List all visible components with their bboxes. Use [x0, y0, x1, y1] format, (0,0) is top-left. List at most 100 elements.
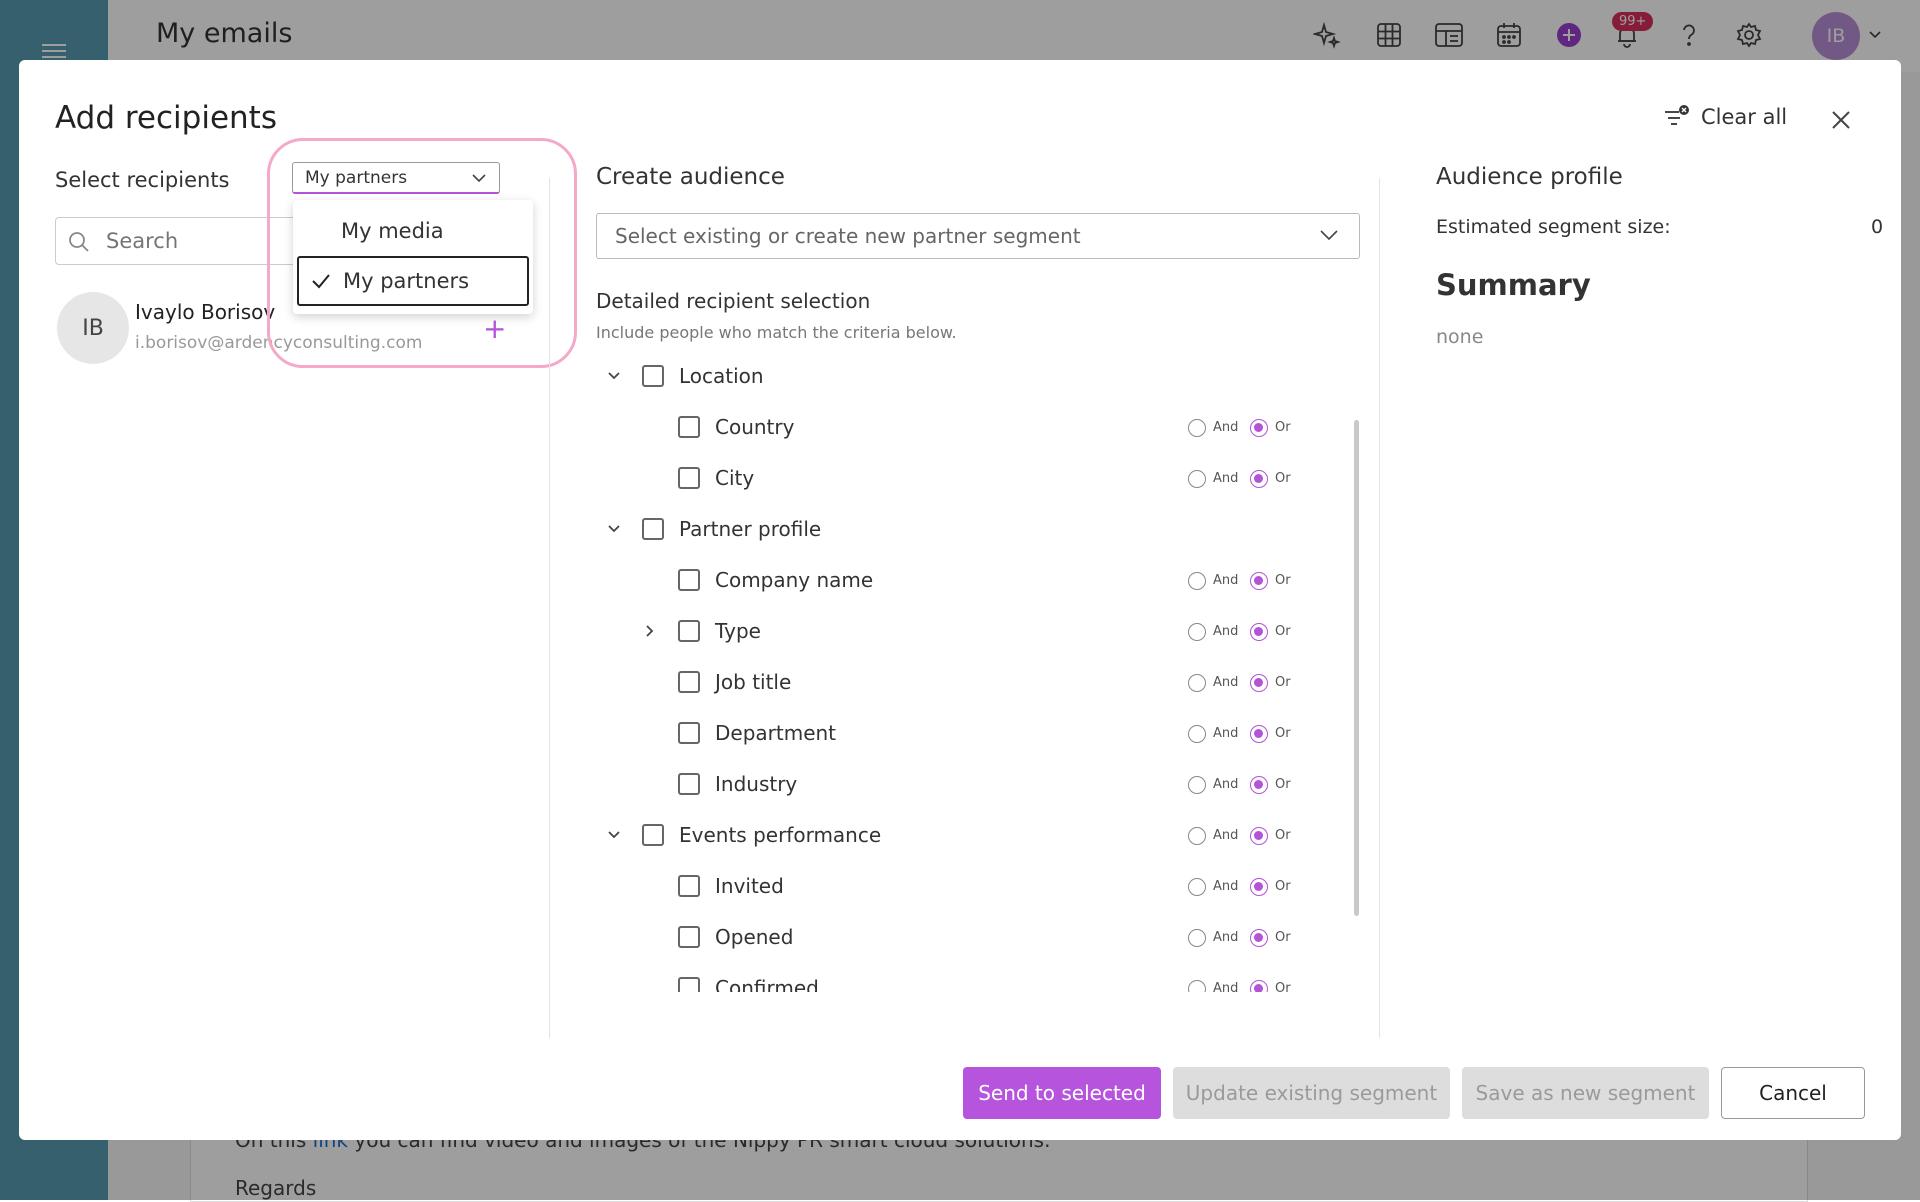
and-radio[interactable] [1188, 623, 1206, 641]
and-radio[interactable] [1188, 419, 1206, 437]
and-radio[interactable] [1188, 776, 1206, 794]
segment-select[interactable]: Select existing or create new partner se… [596, 213, 1360, 259]
send-to-selected-button[interactable]: Send to selected [963, 1067, 1161, 1119]
or-radio[interactable] [1250, 776, 1268, 794]
criteria-tree: Location Country And Or City And Or Partner pro… [596, 356, 1356, 992]
or-radio-label: Or [1275, 573, 1291, 588]
or-radio[interactable] [1250, 572, 1268, 590]
criteria-checkbox[interactable] [678, 620, 700, 642]
select-recipients-label: Select recipients [55, 168, 230, 192]
criteria-row: Job title And Or [596, 662, 1356, 702]
clear-all-button[interactable]: Clear all [1663, 104, 1787, 130]
chevron-down-icon [1320, 230, 1338, 241]
update-segment-button[interactable]: Update existing segment [1173, 1067, 1450, 1119]
criteria-label: Opened [715, 925, 794, 949]
criteria-checkbox[interactable] [678, 467, 700, 489]
chevron-down-icon[interactable] [606, 521, 622, 537]
or-radio[interactable] [1250, 470, 1268, 488]
or-radio-label: Or [1275, 879, 1291, 894]
or-radio[interactable] [1250, 980, 1268, 992]
menu-item-my-media[interactable]: My media [297, 206, 529, 256]
criteria-row: Partner profile [596, 509, 1356, 549]
criteria-checkbox[interactable] [678, 416, 700, 438]
criteria-checkbox[interactable] [678, 569, 700, 591]
chevron-right-icon[interactable] [642, 623, 658, 639]
and-radio-label: And [1213, 930, 1239, 945]
or-radio[interactable] [1250, 419, 1268, 437]
criteria-row: Type And Or [596, 611, 1356, 651]
criteria-label: Events performance [679, 823, 882, 847]
criteria-label: Partner profile [679, 517, 822, 541]
chevron-down-icon [472, 174, 486, 183]
criteria-row: Company name And Or [596, 560, 1356, 600]
or-radio[interactable] [1250, 878, 1268, 896]
criteria-label: Type [715, 619, 761, 643]
criteria-row: Country And Or [596, 407, 1356, 447]
criteria-checkbox[interactable] [678, 875, 700, 897]
criteria-scrollbar[interactable] [1354, 420, 1359, 916]
create-audience-title: Create audience [596, 164, 785, 190]
criteria-checkbox[interactable] [678, 977, 700, 992]
criteria-checkbox[interactable] [642, 824, 664, 846]
check-icon [312, 274, 330, 289]
criteria-row: Invited And Or [596, 866, 1356, 906]
add-recipient-icon[interactable]: + [483, 312, 506, 345]
or-radio[interactable] [1250, 623, 1268, 641]
or-radio[interactable] [1250, 725, 1268, 743]
and-radio[interactable] [1188, 827, 1206, 845]
criteria-checkbox[interactable] [678, 773, 700, 795]
and-radio-label: And [1213, 879, 1239, 894]
criteria-label: Invited [715, 874, 784, 898]
criteria-checkbox[interactable] [678, 722, 700, 744]
and-radio-label: And [1213, 624, 1239, 639]
recipient-source-select[interactable]: My partners [292, 162, 500, 194]
or-radio[interactable] [1250, 929, 1268, 947]
chevron-down-icon[interactable] [606, 827, 622, 843]
criteria-row: Industry And Or [596, 764, 1356, 804]
criteria-label: Country [715, 415, 795, 439]
and-radio[interactable] [1188, 929, 1206, 947]
and-radio-label: And [1213, 471, 1239, 486]
criteria-row: Confirmed And Or [596, 968, 1356, 992]
and-radio[interactable] [1188, 725, 1206, 743]
divider [549, 178, 550, 1038]
chevron-down-icon[interactable] [606, 368, 622, 384]
or-radio-label: Or [1275, 777, 1291, 792]
save-new-segment-button[interactable]: Save as new segment [1462, 1067, 1709, 1119]
and-radio[interactable] [1188, 878, 1206, 896]
and-radio[interactable] [1188, 470, 1206, 488]
and-radio[interactable] [1188, 674, 1206, 692]
criteria-label: Confirmed [715, 976, 819, 992]
search-input[interactable] [104, 226, 288, 256]
filter-clear-icon [1665, 105, 1689, 125]
criteria-checkbox[interactable] [642, 518, 664, 540]
criteria-checkbox[interactable] [642, 365, 664, 387]
criteria-row: Opened And Or [596, 917, 1356, 957]
or-radio-label: Or [1275, 828, 1291, 843]
and-radio-label: And [1213, 726, 1239, 741]
divider [1379, 178, 1380, 1038]
and-radio-label: And [1213, 981, 1239, 992]
search-field[interactable] [55, 217, 297, 265]
or-radio-label: Or [1275, 420, 1291, 435]
and-radio-label: And [1213, 828, 1239, 843]
detailed-selection-title: Detailed recipient selection [596, 289, 871, 313]
recipient-name: Ivaylo Borisov [135, 300, 276, 324]
criteria-checkbox[interactable] [678, 671, 700, 693]
criteria-label: Location [679, 364, 764, 388]
menu-item-my-partners[interactable]: My partners [297, 256, 529, 306]
close-icon[interactable] [1827, 106, 1855, 134]
criteria-checkbox[interactable] [678, 926, 700, 948]
audience-profile-title: Audience profile [1436, 164, 1623, 190]
and-radio[interactable] [1188, 980, 1206, 992]
and-radio[interactable] [1188, 572, 1206, 590]
or-radio[interactable] [1250, 827, 1268, 845]
recipient-source-value: My partners [305, 167, 408, 188]
or-radio[interactable] [1250, 674, 1268, 692]
criteria-row: Department And Or [596, 713, 1356, 753]
cancel-button[interactable]: Cancel [1721, 1067, 1865, 1119]
criteria-row: Events performance And Or [596, 815, 1356, 855]
detailed-selection-subtitle: Include people who match the criteria be… [596, 323, 957, 342]
and-radio-label: And [1213, 675, 1239, 690]
criteria-label: Department [715, 721, 837, 745]
